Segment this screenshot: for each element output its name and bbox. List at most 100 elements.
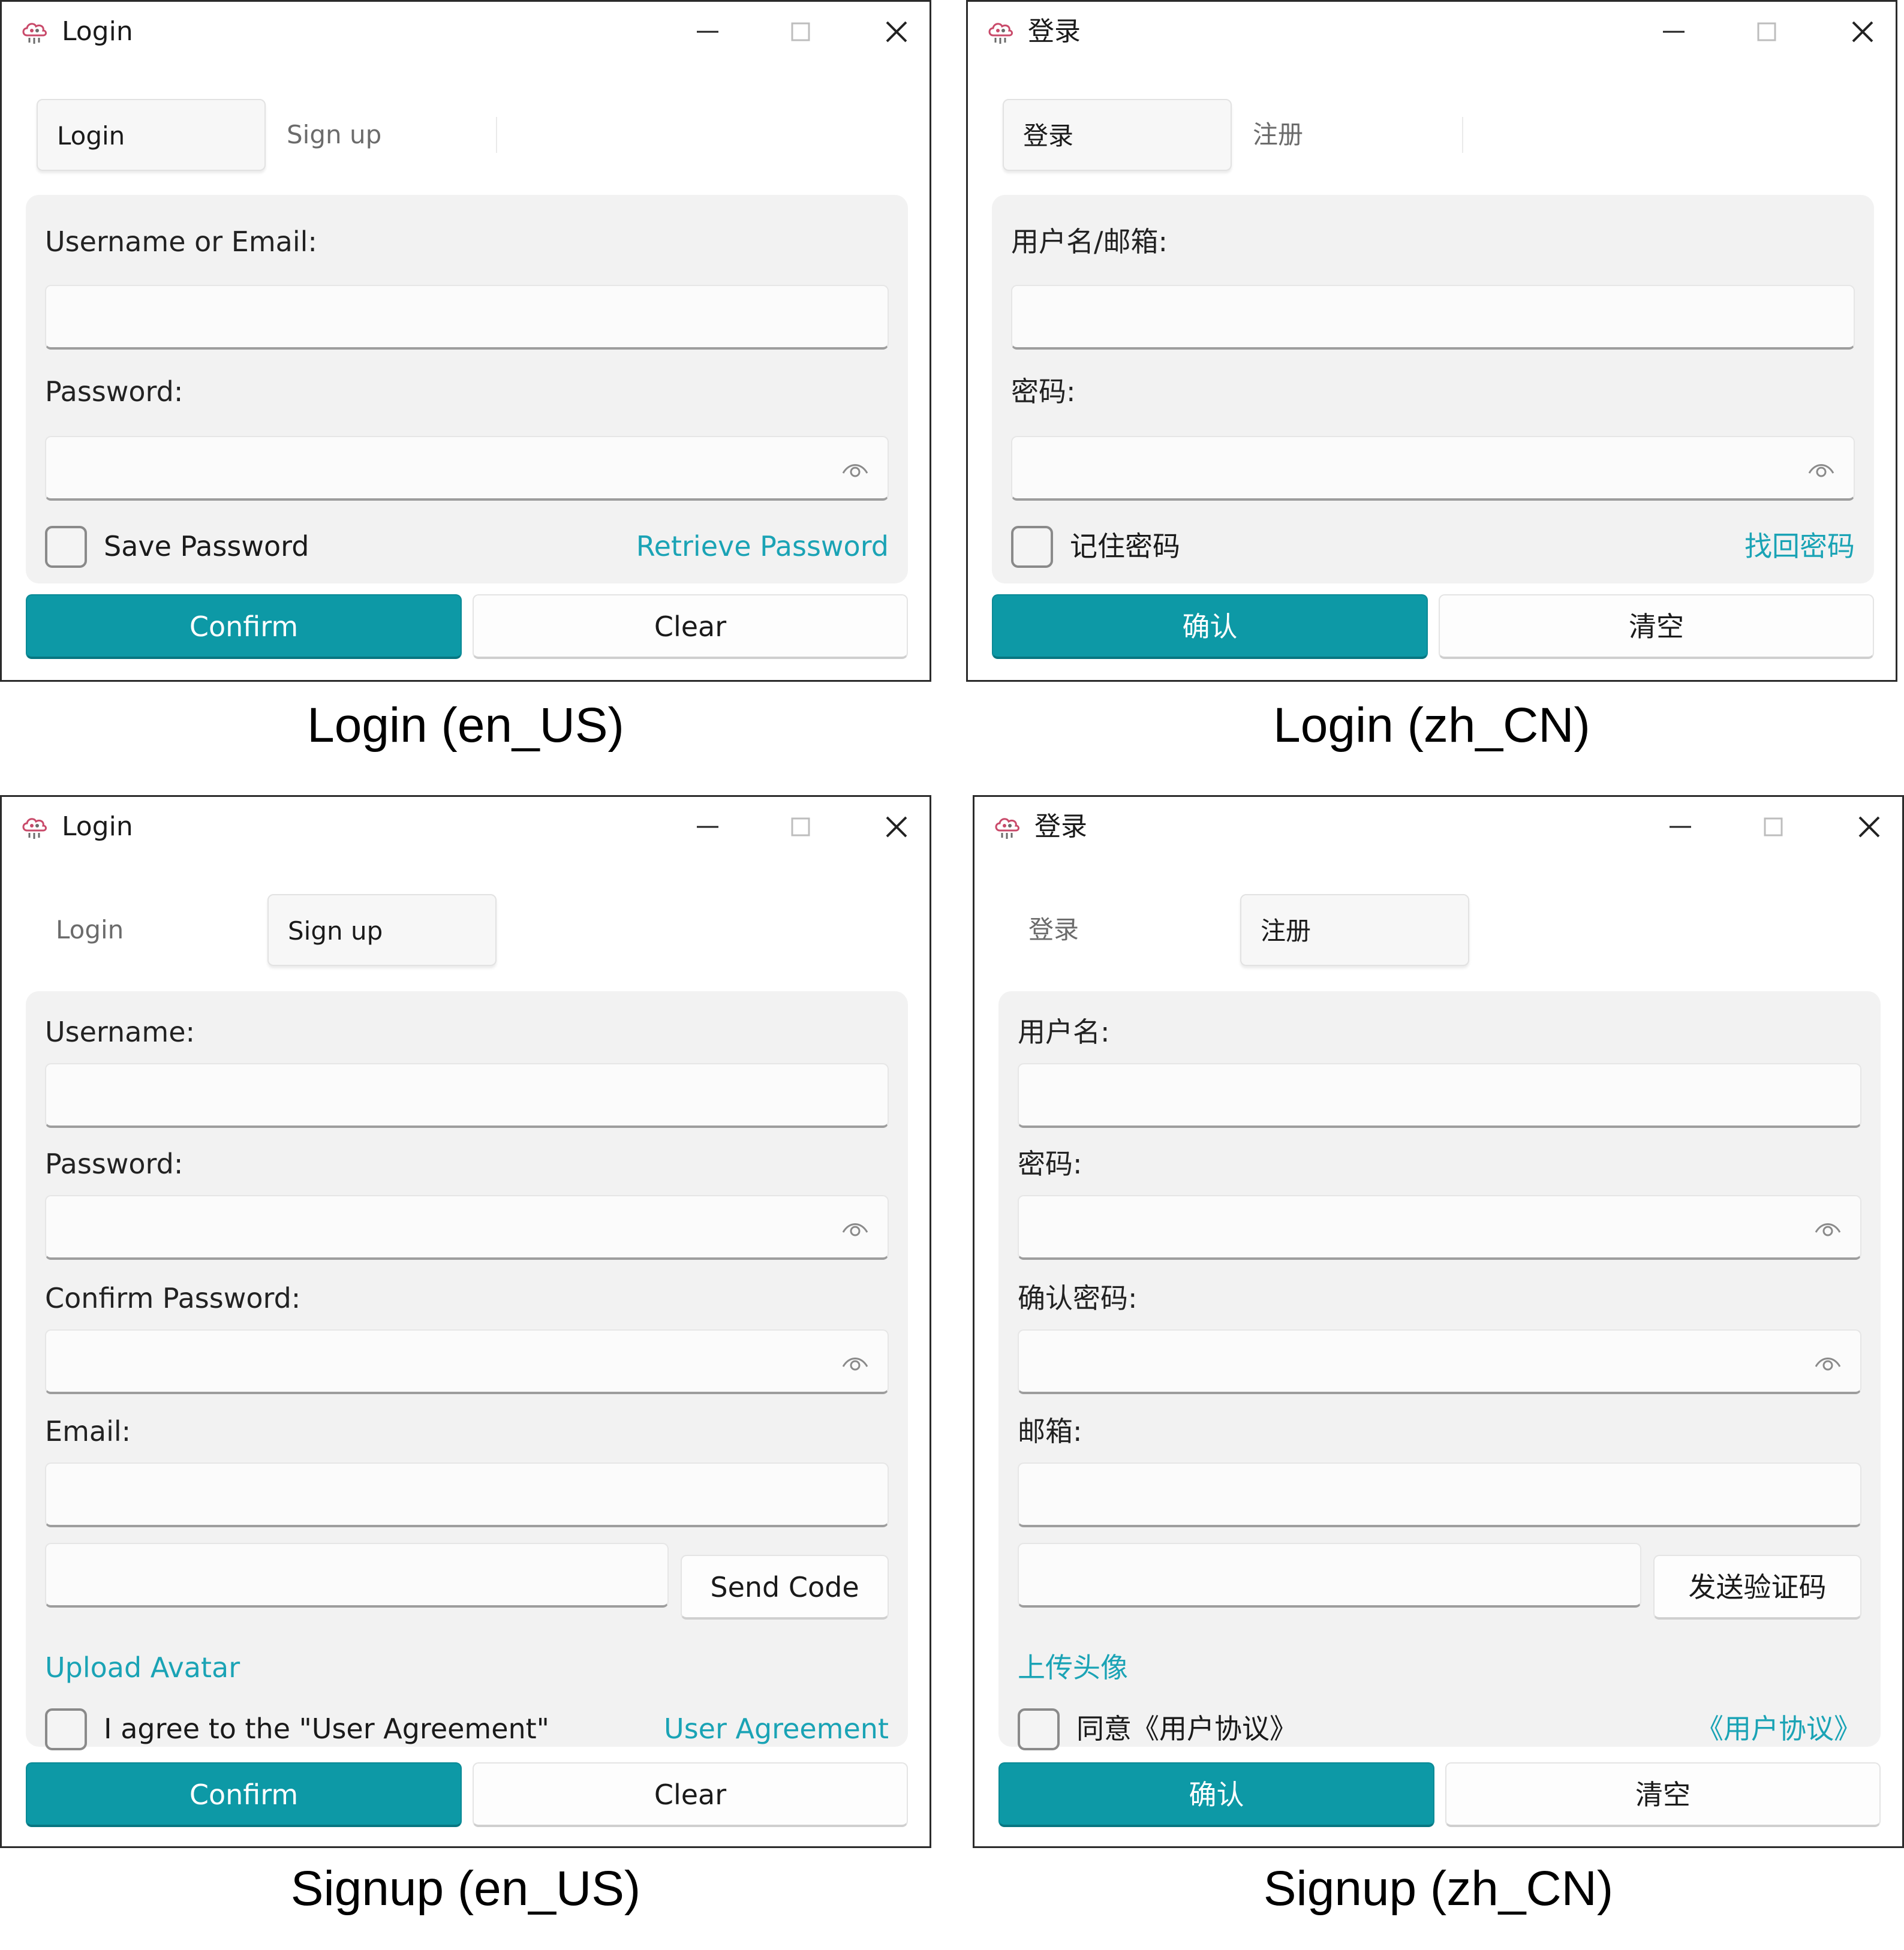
save-password-checkbox[interactable] bbox=[1011, 526, 1053, 568]
login-form-card: 用户名/邮箱: 密码: 记住密码 找回密码 bbox=[992, 195, 1874, 583]
window-title: 登录 bbox=[1034, 811, 1087, 842]
clear-button[interactable]: Clear bbox=[473, 1762, 908, 1827]
close-icon[interactable] bbox=[1851, 809, 1887, 845]
tab-bar: Login Sign up bbox=[37, 99, 894, 171]
retrieve-password-link[interactable]: Retrieve Password bbox=[636, 527, 889, 565]
maximize-icon[interactable] bbox=[1749, 14, 1785, 50]
tab-login[interactable]: Login bbox=[37, 99, 266, 171]
eye-icon[interactable] bbox=[1813, 1352, 1842, 1374]
eye-icon[interactable] bbox=[1813, 1218, 1842, 1239]
email-field[interactable] bbox=[45, 1462, 889, 1527]
minimize-icon[interactable] bbox=[1662, 809, 1698, 845]
close-icon[interactable] bbox=[879, 14, 915, 50]
username-label: Username: bbox=[45, 1016, 195, 1048]
tab-divider bbox=[496, 117, 497, 153]
caption-login-en: Login (en_US) bbox=[307, 698, 624, 753]
save-password-label: Save Password bbox=[104, 530, 309, 562]
maximize-icon[interactable] bbox=[1755, 809, 1791, 845]
clear-button[interactable]: 清空 bbox=[1439, 594, 1874, 659]
password-field[interactable] bbox=[45, 436, 889, 501]
cloud-app-icon bbox=[986, 17, 1015, 46]
clear-button[interactable]: Clear bbox=[473, 594, 908, 659]
password-label: 密码: bbox=[1011, 375, 1076, 408]
title-bar: 登录 bbox=[974, 797, 1902, 859]
cloud-app-icon bbox=[20, 17, 49, 46]
caption-signup-zh: Signup (zh_CN) bbox=[1263, 1861, 1614, 1916]
agree-label: I agree to the "User Agreement" bbox=[104, 1713, 549, 1745]
username-label: 用户名/邮箱: bbox=[1011, 225, 1168, 258]
tab-sign-up[interactable]: 注册 bbox=[1234, 99, 1463, 171]
password-field[interactable] bbox=[1011, 436, 1855, 501]
send-code-button[interactable]: Send Code bbox=[681, 1555, 889, 1620]
login-window-zh: 登录 登录 注册 用户名/邮箱: 密码: 记住密码 找回密码 确认 清空 bbox=[966, 0, 1897, 682]
eye-icon[interactable] bbox=[841, 459, 870, 480]
tab-sign-up[interactable]: Sign up bbox=[267, 99, 497, 171]
username-field[interactable] bbox=[45, 1063, 889, 1128]
signup-window-zh: 登录 登录 注册 用户名: 密码: 确认密码: 邮箱: 发送验证码 上传头像 同… bbox=[973, 795, 1904, 1848]
confirm-password-field[interactable] bbox=[1018, 1329, 1861, 1394]
title-bar: Login bbox=[2, 797, 930, 859]
password-field[interactable] bbox=[1018, 1195, 1861, 1260]
window-title: Login bbox=[62, 811, 133, 842]
confirm-password-field[interactable] bbox=[45, 1329, 889, 1394]
email-label: Email: bbox=[45, 1415, 131, 1448]
minimize-icon[interactable] bbox=[690, 14, 726, 50]
tab-sign-up[interactable]: 注册 bbox=[1240, 894, 1469, 966]
clear-button[interactable]: 清空 bbox=[1445, 1762, 1881, 1827]
retrieve-password-link[interactable]: 找回密码 bbox=[1744, 527, 1855, 565]
tab-bar: 登录 注册 bbox=[1009, 894, 1867, 966]
password-label: Password: bbox=[45, 1148, 184, 1180]
maximize-icon[interactable] bbox=[783, 809, 819, 845]
tab-bar: 登录 注册 bbox=[1003, 99, 1860, 171]
close-icon[interactable] bbox=[1845, 14, 1881, 50]
caption-signup-en: Signup (en_US) bbox=[290, 1861, 641, 1916]
user-agreement-link[interactable]: 《用户协议》 bbox=[1696, 1710, 1861, 1748]
tab-login[interactable]: Login bbox=[37, 894, 266, 966]
eye-icon[interactable] bbox=[841, 1218, 870, 1239]
confirm-button[interactable]: Confirm bbox=[26, 594, 462, 659]
send-code-button[interactable]: 发送验证码 bbox=[1653, 1555, 1861, 1620]
upload-avatar-link[interactable]: Upload Avatar bbox=[45, 1648, 240, 1687]
upload-avatar-link[interactable]: 上传头像 bbox=[1018, 1648, 1128, 1687]
username-field[interactable] bbox=[45, 285, 889, 350]
eye-icon[interactable] bbox=[841, 1352, 870, 1374]
minimize-icon[interactable] bbox=[690, 809, 726, 845]
tab-login[interactable]: 登录 bbox=[1003, 99, 1232, 171]
save-password-row: Save Password Retrieve Password bbox=[45, 523, 889, 569]
caption-login-zh: Login (zh_CN) bbox=[1273, 698, 1590, 753]
title-bar: Login bbox=[2, 2, 930, 64]
email-field[interactable] bbox=[1018, 1462, 1861, 1527]
tab-sign-up[interactable]: Sign up bbox=[267, 894, 497, 966]
agree-label: 同意《用户协议》 bbox=[1076, 1713, 1297, 1745]
agree-checkbox[interactable] bbox=[1018, 1708, 1060, 1750]
signup-form-card: Username: Password: Confirm Password: Em… bbox=[26, 991, 908, 1750]
verification-code-field[interactable] bbox=[1018, 1543, 1641, 1608]
email-label: 邮箱: bbox=[1018, 1415, 1082, 1448]
minimize-icon[interactable] bbox=[1656, 14, 1692, 50]
password-label: 密码: bbox=[1018, 1148, 1082, 1180]
agreement-row: I agree to the "User Agreement" User Agr… bbox=[45, 1706, 889, 1752]
save-password-checkbox[interactable] bbox=[45, 526, 87, 568]
close-icon[interactable] bbox=[879, 809, 915, 845]
cloud-app-icon bbox=[20, 812, 49, 841]
eye-icon[interactable] bbox=[1807, 459, 1836, 480]
confirm-button[interactable]: 确认 bbox=[992, 594, 1428, 659]
tab-login[interactable]: 登录 bbox=[1009, 894, 1238, 966]
signup-window-en: Login Login Sign up Username: Password: … bbox=[0, 795, 931, 1848]
login-window-en: Login Login Sign up Username or Email: P… bbox=[0, 0, 931, 682]
username-field[interactable] bbox=[1018, 1063, 1861, 1128]
username-field[interactable] bbox=[1011, 285, 1855, 350]
verification-code-field[interactable] bbox=[45, 1543, 669, 1608]
signup-form-card: 用户名: 密码: 确认密码: 邮箱: 发送验证码 上传头像 同意《用户协议》 《… bbox=[998, 991, 1881, 1750]
tab-divider bbox=[1462, 117, 1463, 153]
confirm-password-label: Confirm Password: bbox=[45, 1282, 301, 1314]
confirm-password-label: 确认密码: bbox=[1018, 1282, 1138, 1314]
maximize-icon[interactable] bbox=[783, 14, 819, 50]
confirm-button[interactable]: 确认 bbox=[998, 1762, 1434, 1827]
user-agreement-link[interactable]: User Agreement bbox=[664, 1710, 889, 1748]
confirm-button[interactable]: Confirm bbox=[26, 1762, 462, 1827]
password-field[interactable] bbox=[45, 1195, 889, 1260]
agreement-row: 同意《用户协议》 《用户协议》 bbox=[1018, 1706, 1861, 1752]
window-title: 登录 bbox=[1028, 16, 1081, 47]
agree-checkbox[interactable] bbox=[45, 1708, 87, 1750]
